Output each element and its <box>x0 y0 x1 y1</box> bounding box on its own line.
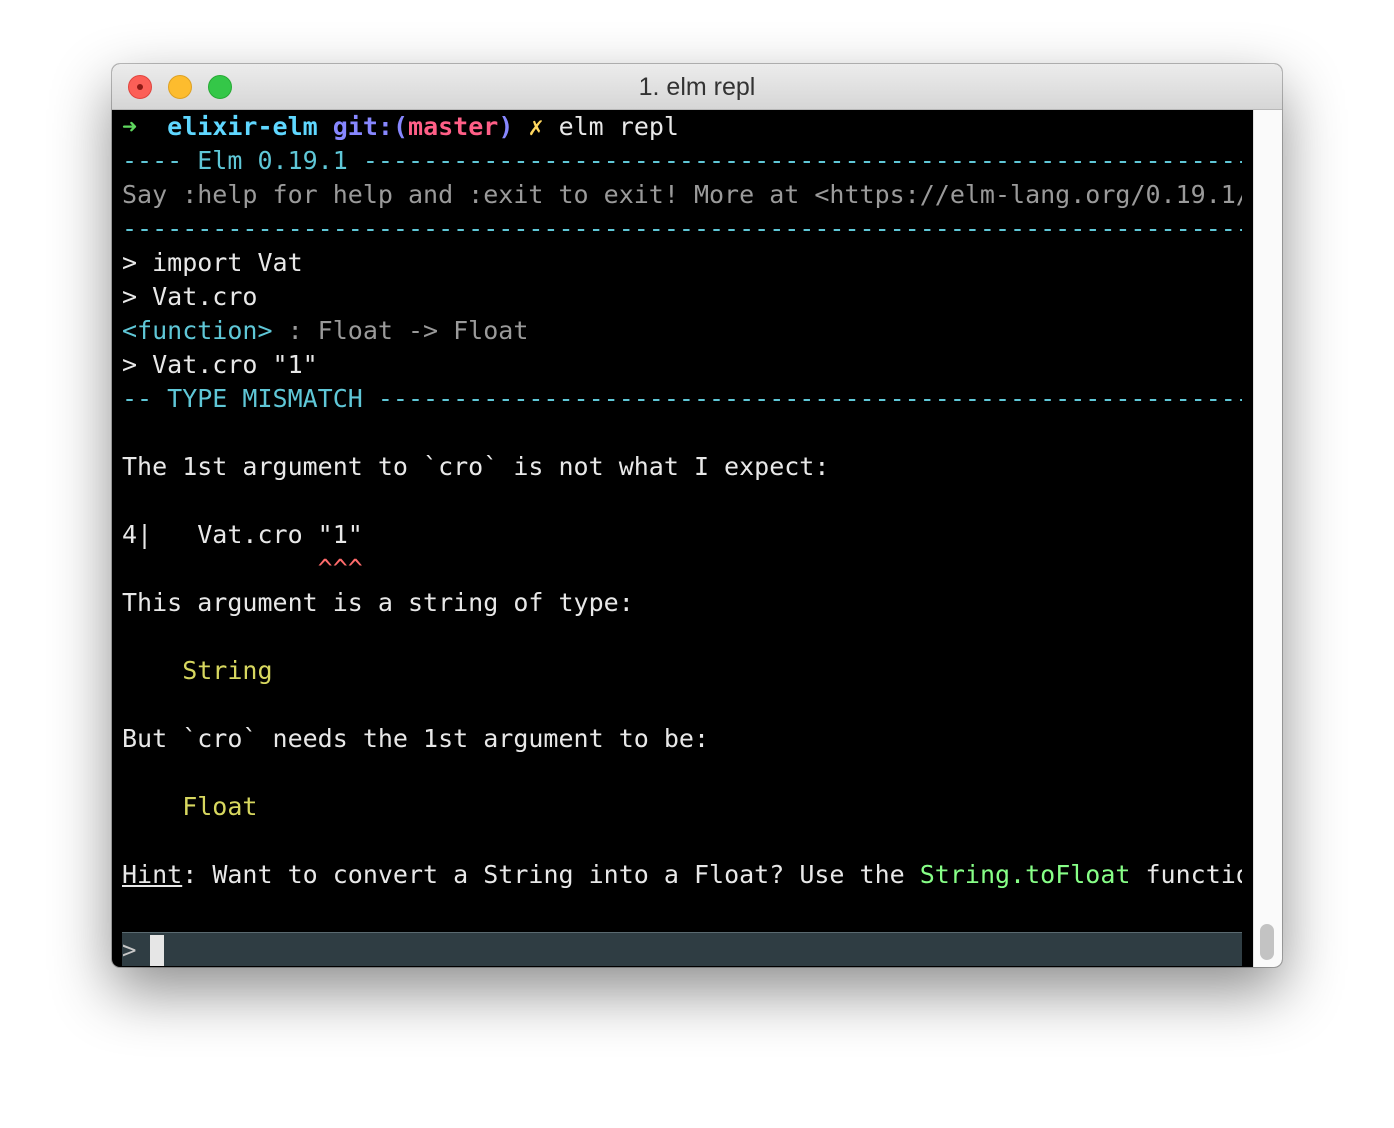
hint-end: function! <box>1145 860 1243 889</box>
error-message: The 1st argument to `cro` is not what I … <box>122 452 830 481</box>
text-cursor <box>150 935 164 966</box>
terminal-window: 1. elm repl ➜ elixir-elm git:(master) ✗ … <box>112 64 1282 967</box>
terminal-output: ➜ elixir-elm git:(master) ✗ elm repl ---… <box>122 110 1242 967</box>
hint-text: : Want to convert a String into a Float?… <box>182 860 920 889</box>
banner-rule: ----------------------------------------… <box>122 214 1242 243</box>
repl-input-cro-call: > Vat.cro "1" <box>122 350 318 379</box>
prompt-command: elm repl <box>558 112 679 141</box>
hint-function: String.toFloat <box>919 860 1131 889</box>
help-line: Say :help for help and :exit to exit! Mo… <box>122 180 1242 209</box>
input-prompt: > <box>122 936 137 964</box>
function-signature: : Float -> Float <box>272 316 529 345</box>
expected-message: But `cro` needs the 1st argument to be: <box>122 724 709 753</box>
prompt-directory: elixir-elm <box>167 112 318 141</box>
function-tag: <function> <box>122 316 273 345</box>
scrollbar-thumb[interactable] <box>1260 924 1274 960</box>
hint-line: Hint: Want to convert a String into a Fl… <box>122 858 1242 892</box>
argument-message: This argument is a string of type: <box>122 588 634 617</box>
title-bar: 1. elm repl <box>112 64 1282 110</box>
prompt-branch: master <box>408 112 499 141</box>
scrollbar[interactable] <box>1253 110 1282 967</box>
error-carets: ^^^ <box>122 554 363 583</box>
repl-input-import: > import Vat <box>122 248 303 277</box>
error-code-line: 4| Vat.cro "1" <box>122 520 363 549</box>
expected-type: Float <box>122 792 258 821</box>
shell-prompt-line: ➜ elixir-elm git:(master) ✗ elm repl <box>122 110 1242 144</box>
window-title: 1. elm repl <box>638 73 756 101</box>
repl-input-cro: > Vat.cro <box>122 282 258 311</box>
elm-banner: ---- Elm 0.19.1 ------------------------… <box>122 146 1242 175</box>
repl-input-bar[interactable]: > <box>122 932 1242 966</box>
repl-output-function: <function> : Float -> Float <box>122 314 1242 348</box>
error-header: -- TYPE MISMATCH -----------------------… <box>122 384 1242 413</box>
prompt-arrow-icon: ➜ <box>122 112 138 141</box>
actual-type: String <box>122 656 273 685</box>
prompt-git-suffix: ) <box>498 112 514 141</box>
prompt-git-prefix: git:( <box>332 112 409 141</box>
dirty-x-icon: ✗ <box>528 112 544 141</box>
hint-label: Hint <box>122 860 183 889</box>
